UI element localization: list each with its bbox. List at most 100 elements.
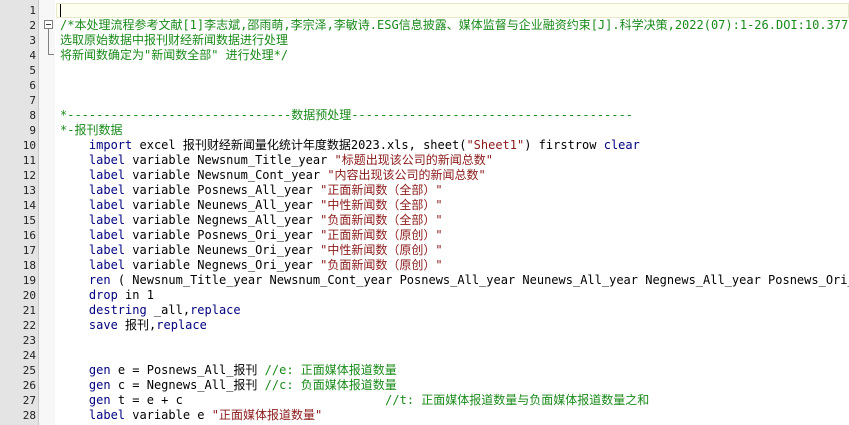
line-number: 16	[22, 229, 36, 242]
code-text: variable Posnews_All_year	[125, 183, 321, 197]
code-line[interactable]: label variable e "正面媒体报道数量"	[60, 408, 322, 423]
line-number: 27	[22, 394, 36, 407]
code-string: "正面新闻数（全部）"	[320, 183, 443, 197]
code-line[interactable]: destring _all,replace	[60, 303, 241, 318]
line-number: 18	[22, 259, 36, 272]
code-keyword: gen	[88, 393, 111, 407]
code-line[interactable]: *-------------------------------数据预处理---…	[60, 108, 633, 123]
code-line[interactable]: gen t = e + c //t: 正面媒体报道数量与负面媒体报道数量之和	[60, 393, 649, 408]
code-editor[interactable]: 1 2 /*本处理流程参考文献[1]李志斌,邵雨萌,李宗泽,李敏诗.ESG信息披露、…	[0, 0, 849, 425]
code-keyword: import	[88, 138, 133, 152]
code-text: variable e	[125, 408, 212, 422]
line-number: 13	[22, 184, 36, 197]
code-comment: *-------------------------------数据预处理---…	[60, 108, 633, 122]
code-keyword: label	[88, 183, 126, 197]
line-number: 15	[22, 214, 36, 227]
fold-toggle-icon[interactable]	[44, 20, 53, 29]
code-line[interactable]: 选取原始数据中报刊财经新闻数据进行处理	[60, 33, 288, 48]
code-line[interactable]: label variable Posnews_Ori_year "正面新闻数（原…	[60, 228, 443, 243]
line-number: 2	[29, 19, 36, 32]
code-string: "正面媒体报道数量"	[211, 408, 323, 422]
code-text: _all,	[146, 303, 191, 317]
code-string: "负面新闻数（原创）"	[320, 258, 443, 272]
line-number: 24	[22, 349, 36, 362]
line-number: 25	[22, 364, 36, 377]
code-text: variable Newsnum_Cont_year	[125, 168, 328, 182]
code-text: ( Newsnum_Title_year Newsnum_Cont_year P…	[110, 273, 849, 287]
line-number: 12	[22, 169, 36, 182]
line-number: 6	[29, 79, 36, 92]
code-keyword: label	[88, 243, 126, 257]
code-line[interactable]: import excel 报刊财经新闻量化统计年度数据2023.xls, she…	[60, 138, 640, 153]
code-keyword: label	[88, 198, 126, 212]
line-number: 5	[29, 64, 36, 77]
code-line[interactable]: label variable Newsnum_Cont_year "内容出现该公…	[60, 168, 486, 183]
fold-guide	[48, 29, 49, 54]
code-keyword: destring	[88, 303, 147, 317]
code-keyword: label	[88, 228, 126, 242]
code-comment: 将新闻数确定为"新闻数全部" 进行处理*/	[60, 48, 289, 62]
code-keyword: label	[88, 213, 126, 227]
line-number: 11	[22, 154, 36, 167]
code-line[interactable]: /*本处理流程参考文献[1]李志斌,邵雨萌,李宗泽,李敏诗.ESG信息披露、媒体…	[60, 18, 849, 33]
line-number: 28	[22, 409, 36, 422]
line-number: 3	[29, 34, 36, 47]
line-number: 20	[22, 289, 36, 302]
code-keyword: gen	[88, 378, 111, 392]
code-line[interactable]: gen c = Negnews_All_报刊 //c: 负面媒体报道数量	[60, 378, 397, 393]
line-number: 21	[22, 304, 36, 317]
code-line[interactable]: save 报刊,replace	[60, 318, 207, 333]
code-text: t = e + c	[110, 393, 386, 407]
code-line[interactable]: label variable Negnews_Ori_year "负面新闻数（原…	[60, 258, 443, 273]
code-line[interactable]: label variable Negnews_All_year "负面新闻数（全…	[60, 213, 443, 228]
code-string: "内容出现该公司的新闻总数"	[327, 168, 486, 182]
code-keyword: save	[88, 318, 118, 332]
code-comment: *-报刊数据	[60, 123, 123, 137]
code-comment: /*本处理流程参考文献[1]李志斌,邵雨萌,李宗泽,李敏诗.ESG信息披露、媒体…	[60, 18, 849, 32]
code-string: "正面新闻数（原创）"	[320, 228, 443, 242]
text-caret	[60, 4, 61, 17]
line-number: 8	[29, 109, 36, 122]
code-keyword: replace	[156, 318, 207, 332]
code-line[interactable]: label variable Newsnum_Title_year "标题出现该…	[60, 153, 493, 168]
code-keyword: drop	[88, 288, 118, 302]
code-string: "Sheet1"	[466, 138, 525, 152]
code-keyword: ren	[88, 273, 111, 287]
code-text: variable Negnews_All_year	[125, 213, 321, 227]
line-number: 26	[22, 379, 36, 392]
code-line[interactable]: ren ( Newsnum_Title_year Newsnum_Cont_ye…	[60, 273, 849, 288]
line-number: 22	[22, 319, 36, 332]
code-text: e = Posnews_All_报刊	[110, 363, 265, 377]
code-string: "负面新闻数（全部）"	[320, 213, 443, 227]
code-string: "中性新闻数（全部）"	[320, 198, 443, 212]
code-line[interactable]: label variable Neunews_All_year "中性新闻数（全…	[60, 198, 443, 213]
code-line[interactable]: gen e = Posnews_All_报刊 //e: 正面媒体报道数量	[60, 363, 397, 378]
code-text: variable Posnews_Ori_year	[125, 228, 321, 242]
code-text: variable Neunews_All_year	[125, 198, 321, 212]
code-text: c = Negnews_All_报刊	[110, 378, 265, 392]
code-text: excel 报刊财经新闻量化统计年度数据2023.xls, sheet(	[132, 138, 467, 152]
code-comment: //e: 正面媒体报道数量	[264, 363, 397, 377]
code-line[interactable]: label variable Neunews_Ori_year "中性新闻数（原…	[60, 243, 443, 258]
code-line[interactable]: *-报刊数据	[60, 123, 122, 138]
code-text: variable Neunews_Ori_year	[125, 243, 321, 257]
code-line[interactable]: label variable Posnews_All_year "正面新闻数（全…	[60, 183, 443, 198]
line-number: 17	[22, 244, 36, 257]
code-line[interactable]: drop in 1	[60, 288, 154, 303]
current-line-highlight	[56, 3, 849, 18]
code-line[interactable]: 将新闻数确定为"新闻数全部" 进行处理*/	[60, 48, 288, 63]
line-number: 7	[29, 94, 36, 107]
code-keyword: label	[88, 408, 126, 422]
